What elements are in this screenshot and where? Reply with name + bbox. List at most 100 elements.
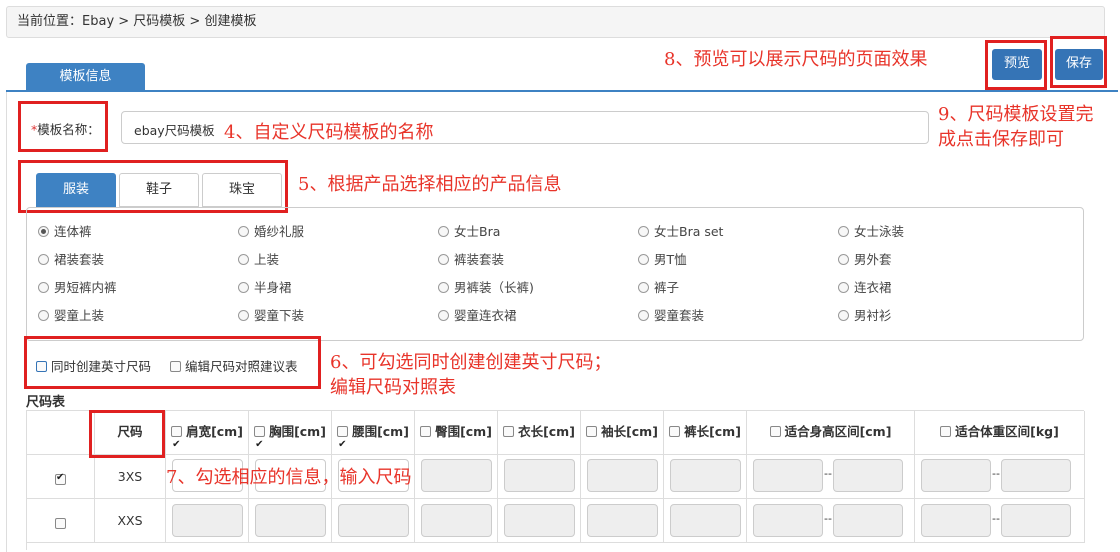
product-type-radio[interactable]: 男T恤	[638, 252, 687, 268]
inch-size-checkbox[interactable]	[36, 361, 47, 372]
table-cell	[581, 455, 664, 499]
column-header-pants[interactable]: 裤长[cm]	[664, 411, 747, 455]
table-cell	[415, 455, 498, 499]
product-type-radio[interactable]: 婴童下装	[238, 308, 304, 324]
column-header-sleeve[interactable]: 袖长[cm]	[581, 411, 664, 455]
table-row-select	[27, 455, 95, 499]
product-type-radio[interactable]: 婴童连衣裙	[438, 308, 517, 324]
weight-max-input	[1001, 459, 1071, 492]
table-cell	[249, 499, 332, 543]
product-type-radio[interactable]: 裙装套装	[38, 252, 104, 268]
row-checkbox[interactable]	[55, 472, 66, 485]
product-type-radio[interactable]: 女士Bra	[438, 224, 500, 240]
table-cell	[664, 499, 747, 543]
template-name-value: ebay尺码模板	[134, 123, 215, 138]
shoulder-input	[172, 504, 243, 537]
product-type-radio[interactable]: 裤装套装	[438, 252, 504, 268]
preview-button[interactable]: 预览	[992, 49, 1042, 80]
column-header-chest[interactable]: 胸围[cm]	[249, 411, 332, 466]
weight-max-input	[1001, 504, 1071, 537]
product-type-radio[interactable]: 女士Bra set	[638, 224, 723, 240]
column-header-height-range[interactable]: 适合身高区间[cm]	[747, 411, 915, 455]
product-type-radio[interactable]: 连体裤	[38, 224, 92, 240]
category-tab-jewelry[interactable]: 珠宝	[202, 173, 282, 207]
product-type-radio[interactable]: 男裤装（长裤)	[438, 280, 534, 296]
select-column-header	[27, 411, 95, 455]
height-min-input	[753, 504, 823, 537]
table-cell	[498, 499, 581, 543]
size-label: 3XS	[95, 455, 166, 499]
inch-size-option[interactable]: 同时创建英寸尺码	[36, 356, 151, 375]
column-header-weight-range[interactable]: 适合体重区间[kg]	[915, 411, 1085, 455]
row-checkbox[interactable]	[55, 518, 66, 529]
breadcrumb-path[interactable]: Ebay > 尺码模板 > 创建模板	[82, 14, 256, 29]
table-cell: --	[747, 499, 915, 543]
product-type-radio[interactable]: 女士泳装	[838, 224, 904, 240]
pants-input	[670, 504, 741, 537]
hip-input	[421, 504, 492, 537]
product-type-group: 连体裤 婚纱礼服 女士Bra 女士Bra set 女士泳装 裙装套装 上装 裤装…	[26, 207, 1084, 341]
annotation-9-line2: 成点击保存即可	[938, 129, 1064, 150]
chest-input	[255, 504, 326, 537]
annotation-5: 5、根据产品选择相应的产品信息	[298, 174, 562, 195]
column-header-waist[interactable]: 腰围[cm]	[332, 411, 415, 466]
range-separator: --	[992, 512, 1000, 525]
table-cell	[664, 455, 747, 499]
size-table-title: 尺码表	[26, 395, 66, 410]
table-cell: --	[747, 455, 915, 499]
product-type-radio[interactable]: 上装	[238, 252, 279, 268]
column-header-hip[interactable]: 臀围[cm]	[415, 411, 498, 455]
height-min-input	[753, 459, 823, 492]
product-type-radio[interactable]: 男衬衫	[838, 308, 892, 324]
product-type-radio[interactable]: 婴童套装	[638, 308, 704, 324]
pants-input	[670, 459, 741, 492]
annotation-8: 8、预览可以展示尺码的页面效果	[664, 49, 928, 70]
product-type-radio[interactable]: 半身裙	[238, 280, 292, 296]
weight-min-input	[921, 504, 991, 537]
range-separator: --	[992, 467, 1000, 480]
table-cell: --	[915, 455, 1085, 499]
category-tab-shoes[interactable]: 鞋子	[119, 173, 199, 207]
length-input	[504, 459, 575, 492]
product-type-radio[interactable]: 裤子	[638, 280, 679, 296]
table-cell	[415, 499, 498, 543]
sleeve-input	[587, 459, 658, 492]
table-cell	[332, 499, 415, 543]
hip-input	[421, 459, 492, 492]
height-max-input	[833, 504, 903, 537]
highlight-size-header	[89, 410, 165, 458]
category-tab-clothing[interactable]: 服装	[36, 173, 116, 207]
save-button[interactable]: 保存	[1055, 49, 1103, 80]
sleeve-input	[587, 504, 658, 537]
annotation-9-line1: 9、尺码模板设置完	[938, 104, 1094, 125]
table-cell: --	[915, 499, 1085, 543]
product-type-radio[interactable]: 婴童上装	[38, 308, 104, 324]
breadcrumb-prefix: 当前位置：	[17, 14, 83, 29]
edit-chart-checkbox[interactable]	[170, 361, 181, 372]
edit-chart-option[interactable]: 编辑尺码对照建议表	[170, 356, 298, 375]
column-header-shoulder[interactable]: 肩宽[cm]	[166, 411, 249, 466]
range-separator: --	[824, 512, 832, 525]
template-name-label: *模板名称：	[31, 122, 100, 137]
product-type-radio[interactable]: 男短裤内裤	[38, 280, 117, 296]
tab-template-info[interactable]: 模板信息	[26, 63, 145, 90]
annotation-7: 7、勾选相应的信息，输入尺码	[166, 467, 412, 488]
length-input	[504, 504, 575, 537]
product-type-radio[interactable]: 男外套	[838, 252, 892, 268]
column-header-length[interactable]: 衣长[cm]	[498, 411, 581, 455]
product-type-radio[interactable]: 婚纱礼服	[238, 224, 304, 240]
table-cell	[498, 455, 581, 499]
waist-input	[338, 504, 409, 537]
table-cell	[581, 499, 664, 543]
table-row-select	[27, 499, 95, 543]
breadcrumb: 当前位置：Ebay > 尺码模板 > 创建模板	[6, 6, 1105, 38]
table-cell	[166, 499, 249, 543]
size-label: XXS	[95, 499, 166, 543]
annotation-4: 4、自定义尺码模板的名称	[224, 122, 434, 143]
annotation-6-line2: 编辑尺码对照表	[330, 377, 456, 398]
weight-min-input	[921, 459, 991, 492]
range-separator: --	[824, 467, 832, 480]
annotation-6-line1: 6、可勾选同时创建创建英寸尺码；	[330, 352, 612, 373]
product-type-radio[interactable]: 连衣裙	[838, 280, 892, 296]
height-max-input	[833, 459, 903, 492]
